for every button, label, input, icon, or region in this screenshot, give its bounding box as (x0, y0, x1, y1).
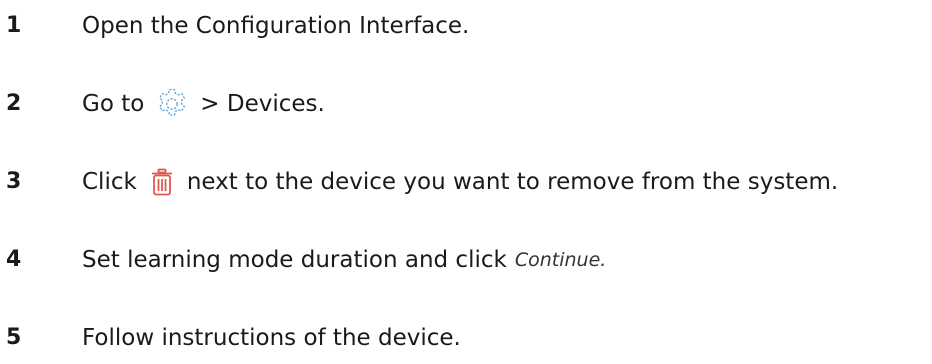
step-text-after: > Devices. (200, 91, 325, 117)
step-text: Click next to the device you want to rem… (82, 162, 838, 202)
step-text-after: next to the device you want to remove fr… (186, 169, 839, 195)
step-text-content: Follow instructions of the device. (82, 325, 461, 351)
step-text: Open the Configuration Interface. (82, 6, 469, 46)
step-text-content: Open the Configuration Interface. (82, 13, 470, 39)
step-text: Follow instructions of the device. (82, 318, 461, 358)
step-text-before: Set learning mode duration and click (82, 247, 507, 273)
trash-icon (151, 168, 173, 196)
step-text: Set learning mode duration and click Con… (82, 240, 606, 280)
instruction-steps: 1 Open the Configuration Interface. 2 Go… (0, 0, 932, 364)
step-3: 3 Click next to the device you want to r… (0, 162, 932, 202)
step-number: 5 (6, 325, 22, 350)
step-2: 2 Go to > Devices. (0, 84, 932, 124)
step-number: 1 (6, 13, 22, 38)
step-5: 5 Follow instructions of the device. (0, 318, 932, 358)
step-4: 4 Set learning mode duration and click C… (0, 240, 932, 280)
continue-term: Continue. (514, 249, 607, 271)
gear-icon (154, 86, 190, 122)
step-number: 4 (6, 247, 22, 272)
step-text-before: Click (82, 169, 137, 195)
step-number: 2 (6, 91, 22, 116)
step-1: 1 Open the Configuration Interface. (0, 6, 932, 46)
step-text: Go to > Devices. (82, 84, 325, 124)
step-number: 3 (6, 169, 22, 194)
step-text-before: Go to (82, 91, 145, 117)
